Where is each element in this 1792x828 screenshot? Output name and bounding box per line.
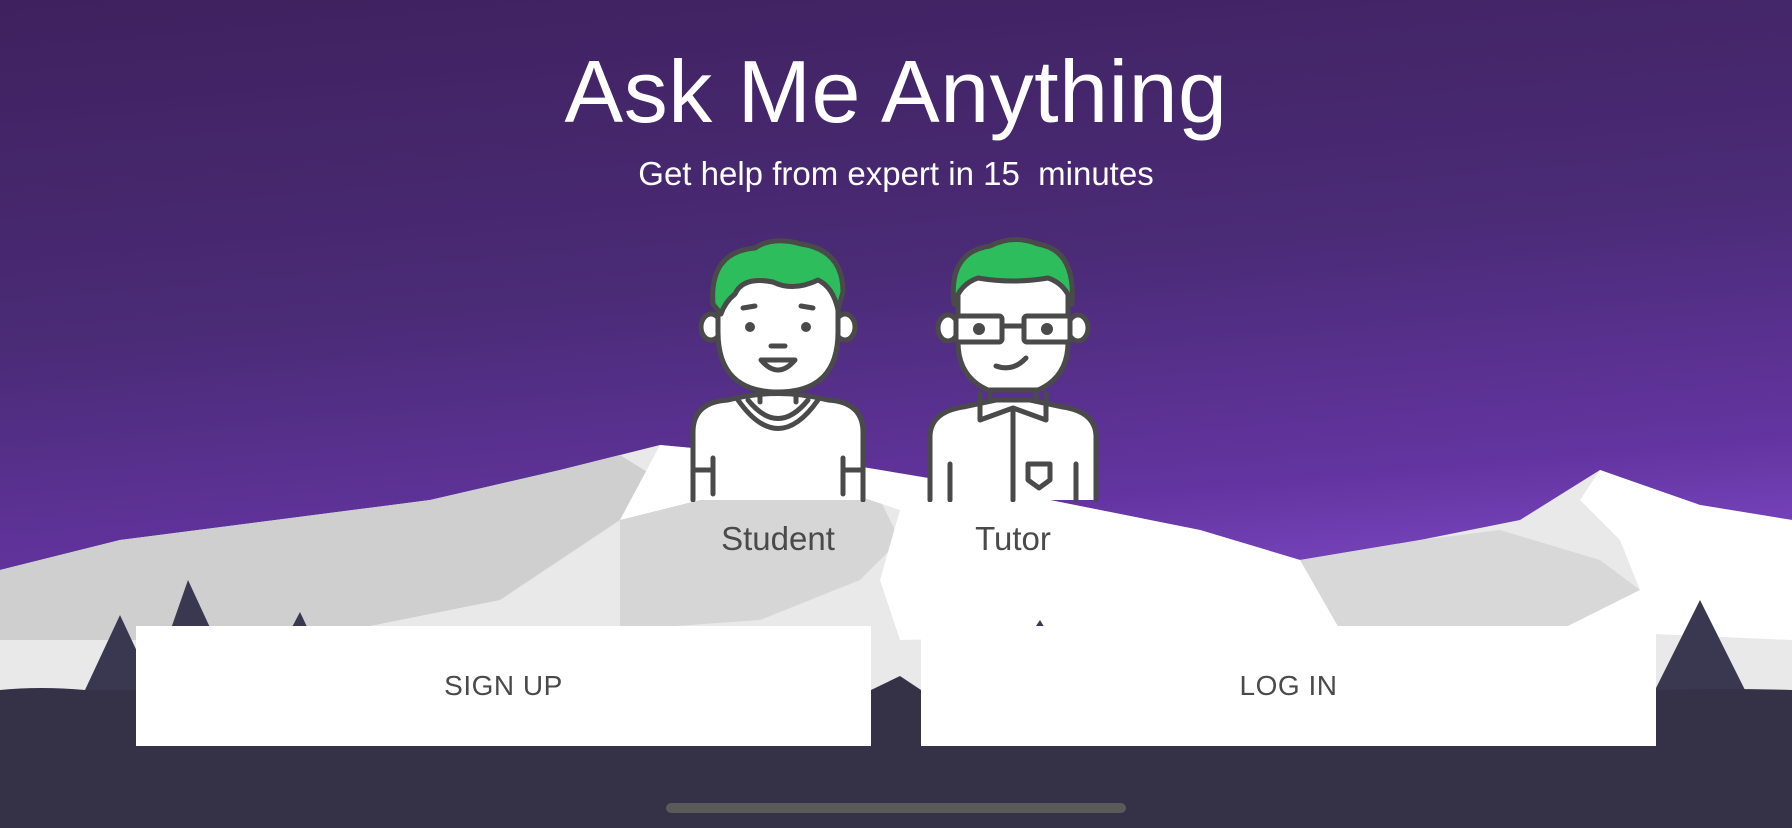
page-subtitle: Get help from expert in 15 minutes — [638, 155, 1154, 192]
tutor-label: Tutor — [975, 520, 1051, 557]
student-role-option[interactable]: Student — [683, 232, 873, 562]
tutor-role-option[interactable]: Tutor — [918, 232, 1108, 562]
student-avatar-icon — [690, 238, 866, 502]
page-title: Ask Me Anything — [564, 42, 1228, 141]
welcome-screen: Ask Me Anything Get help from expert in … — [0, 0, 1792, 828]
home-indicator-bar[interactable] — [666, 803, 1126, 813]
log-in-button[interactable]: LOG IN — [921, 626, 1656, 746]
sign-up-button[interactable]: SIGN UP — [136, 626, 871, 746]
student-label: Student — [721, 520, 835, 557]
tutor-avatar-icon — [927, 237, 1099, 502]
